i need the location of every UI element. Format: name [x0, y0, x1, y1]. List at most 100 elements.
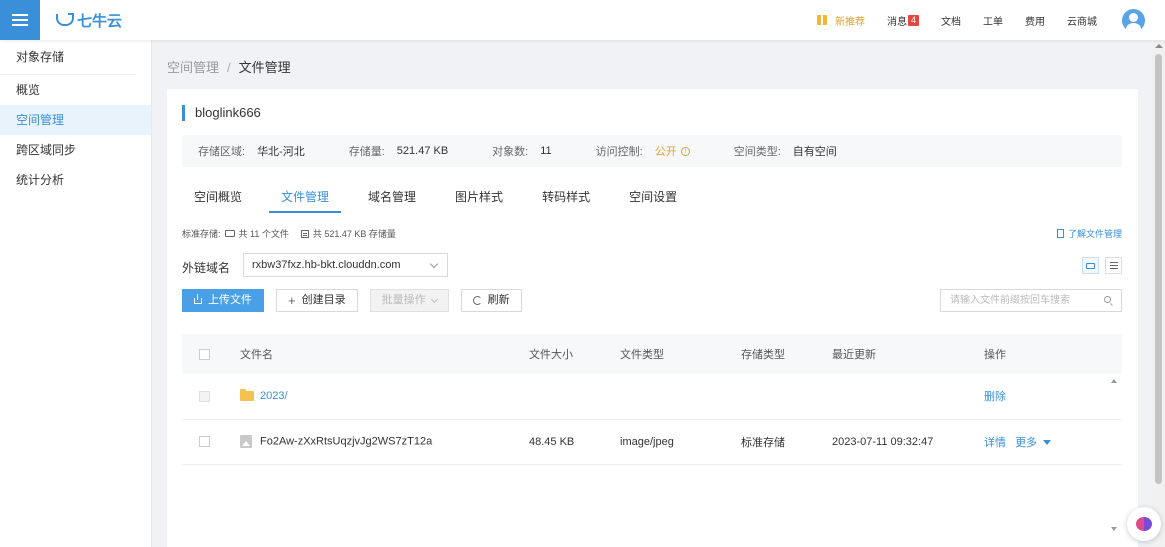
sidebar-item-statistics[interactable]: 统计分析 — [0, 165, 151, 195]
tab-bucket-settings[interactable]: 空间设置 — [617, 187, 689, 213]
tab-bucket-overview[interactable]: 空间概览 — [182, 187, 254, 213]
file-updated-cell: 2023-07-11 09:32:47 — [832, 419, 984, 465]
breadcrumb: 空间管理 / 文件管理 — [167, 57, 291, 76]
info-objects-value: 11 — [540, 145, 552, 157]
row-select-cell — [182, 419, 240, 465]
upload-icon — [194, 293, 202, 304]
sidebar-item-buckets[interactable]: 空间管理 — [0, 105, 151, 135]
upload-button[interactable]: 上传文件 — [182, 289, 264, 312]
nav-tickets[interactable]: 工单 — [983, 13, 1003, 28]
file-name-cell: Fo2Aw-zXxRtsUqzjvJg2WS7zT12a — [240, 419, 529, 465]
tab-file-management[interactable]: 文件管理 — [269, 187, 342, 213]
info-storage: 存储量: 521.47 KB — [349, 143, 448, 159]
refresh-label: 刷新 — [487, 294, 510, 306]
storage-stats: 标准存储: 共 11 个文件 共 521.47 KB 存储量 — [182, 227, 396, 240]
file-type-cell: image/jpeg — [620, 419, 741, 465]
refresh-button[interactable]: 刷新 — [460, 289, 522, 312]
info-objects: 对象数: 11 — [492, 143, 551, 159]
scroll-up-arrow[interactable] — [1155, 44, 1163, 48]
main-card: bloglink666 存储区域: 华北-河北 存储量: 521.47 KB 对… — [167, 89, 1138, 547]
row-checkbox[interactable] — [199, 390, 210, 402]
file-table: 文件名 文件大小 文件类型 存储类型 最近更新 操作 2023/ 删除 Fo2A… — [182, 334, 1122, 465]
domain-label: 外链域名 — [182, 261, 231, 275]
stats-prefix: 标准存储: — [182, 229, 221, 239]
breadcrumb-current: 文件管理 — [238, 60, 291, 75]
row-checkbox[interactable] — [199, 436, 210, 448]
file-name[interactable]: Fo2Aw-zXxRtsUqzjvJg2WS7zT12a — [260, 435, 432, 447]
page-scrollbar[interactable] — [1152, 40, 1165, 547]
domain-select-value: rxbw37fxz.hb-bkt.clouddn.com — [252, 259, 401, 271]
domain-select[interactable]: rxbw37fxz.hb-bkt.clouddn.com — [243, 253, 448, 277]
avatar[interactable] — [1122, 9, 1145, 32]
upload-button-label: 上传文件 — [208, 294, 252, 306]
folder-outline-icon — [224, 230, 235, 237]
brand-logo[interactable]: 七牛云 — [56, 10, 122, 30]
file-size-cell: 48.45 KB — [529, 419, 620, 465]
scrollbar-thumb[interactable] — [1155, 54, 1162, 484]
qiniu-logo-icon — [56, 13, 74, 27]
sidebar-item-overview[interactable]: 概览 — [0, 75, 151, 105]
delete-link[interactable]: 删除 — [984, 391, 1006, 403]
nav-billing[interactable]: 费用 — [1025, 13, 1045, 28]
batch-operations-button[interactable]: 批量操作 — [369, 289, 449, 312]
create-directory-button[interactable]: + 创建目录 — [276, 289, 358, 312]
info-type-label: 空间类型: — [733, 146, 781, 158]
breadcrumb-parent[interactable]: 空间管理 — [167, 60, 219, 75]
info-access-value[interactable]: 公开 i — [655, 143, 690, 159]
file-storage-cell — [741, 374, 832, 420]
sidebar: 对象存储 概览 空间管理 跨区域同步 统计分析 — [0, 40, 152, 547]
help-link-label: 了解文件管理 — [1067, 229, 1122, 239]
col-updated: 最近更新 — [832, 334, 984, 374]
row-select-cell — [182, 374, 240, 420]
file-name-cell: 2023/ — [240, 374, 529, 420]
nav-marketplace[interactable]: 云商城 — [1067, 13, 1097, 28]
info-access-label: 访问控制: — [595, 146, 643, 158]
top-bar: 七牛云 新推荐 消息 4 文档 工单 费用 云商城 — [0, 0, 1165, 40]
image-file-icon — [240, 435, 252, 448]
col-storage: 存储类型 — [741, 334, 832, 374]
table-row: Fo2Aw-zXxRtsUqzjvJg2WS7zT12a 48.45 KB im… — [182, 419, 1122, 465]
brand-name: 七牛云 — [77, 12, 123, 30]
table-scroll-down-arrow[interactable] — [1111, 527, 1117, 531]
create-directory-label: 创建目录 — [301, 294, 346, 306]
tab-image-styles[interactable]: 图片样式 — [443, 187, 515, 213]
info-icon[interactable]: i — [680, 146, 690, 156]
sidebar-item-cross-region-sync[interactable]: 跨区域同步 — [0, 135, 151, 165]
nav-promo[interactable]: 新推荐 — [816, 13, 865, 28]
search-placeholder: 请输入文件前缀按回车搜索 — [950, 295, 1070, 306]
info-region-label: 存储区域: — [198, 146, 246, 158]
search-input[interactable]: 请输入文件前缀按回车搜索 — [940, 289, 1122, 312]
search-icon[interactable] — [1104, 296, 1111, 303]
brain-icon — [1136, 517, 1152, 531]
table-scroll-up-arrow[interactable] — [1111, 379, 1117, 383]
folder-view-button[interactable] — [1082, 257, 1099, 274]
top-nav: 新推荐 消息 4 文档 工单 费用 云商城 — [795, 0, 1097, 40]
plus-icon: + — [288, 293, 296, 308]
more-dropdown[interactable]: 更多 — [1015, 437, 1052, 449]
table-row: 2023/ 删除 — [182, 374, 1122, 420]
folder-link[interactable]: 2023/ — [260, 390, 288, 402]
ai-assistant-button[interactable] — [1127, 507, 1161, 541]
list-view-icon — [1109, 265, 1118, 266]
bucket-name: bloglink666 — [182, 105, 261, 121]
nav-docs[interactable]: 文档 — [941, 13, 961, 28]
file-actions-cell: 删除 — [984, 374, 1122, 420]
menu-toggle-button[interactable] — [0, 0, 40, 40]
chevron-down-icon — [429, 259, 439, 269]
tab-domain-management[interactable]: 域名管理 — [356, 187, 428, 213]
details-link[interactable]: 详情 — [984, 437, 1006, 449]
info-storage-value: 521.47 KB — [396, 145, 449, 157]
select-all-checkbox[interactable] — [199, 348, 210, 360]
info-storage-label: 存储量: — [348, 146, 385, 158]
col-type: 文件类型 — [620, 334, 741, 374]
info-type: 空间类型: 自有空间 — [734, 143, 837, 159]
nav-messages-label: 消息 — [886, 16, 907, 28]
stats-size: 共 521.47 KB 存储量 — [312, 229, 396, 239]
nav-promo-label: 新推荐 — [834, 16, 865, 28]
list-view-button[interactable] — [1105, 257, 1122, 274]
info-access-text: 公开 — [654, 146, 677, 158]
nav-messages[interactable]: 消息 4 — [887, 13, 919, 28]
breadcrumb-separator: / — [227, 60, 231, 75]
help-link[interactable]: 了解文件管理 — [1056, 227, 1122, 240]
tab-transcode-styles[interactable]: 转码样式 — [530, 187, 602, 213]
